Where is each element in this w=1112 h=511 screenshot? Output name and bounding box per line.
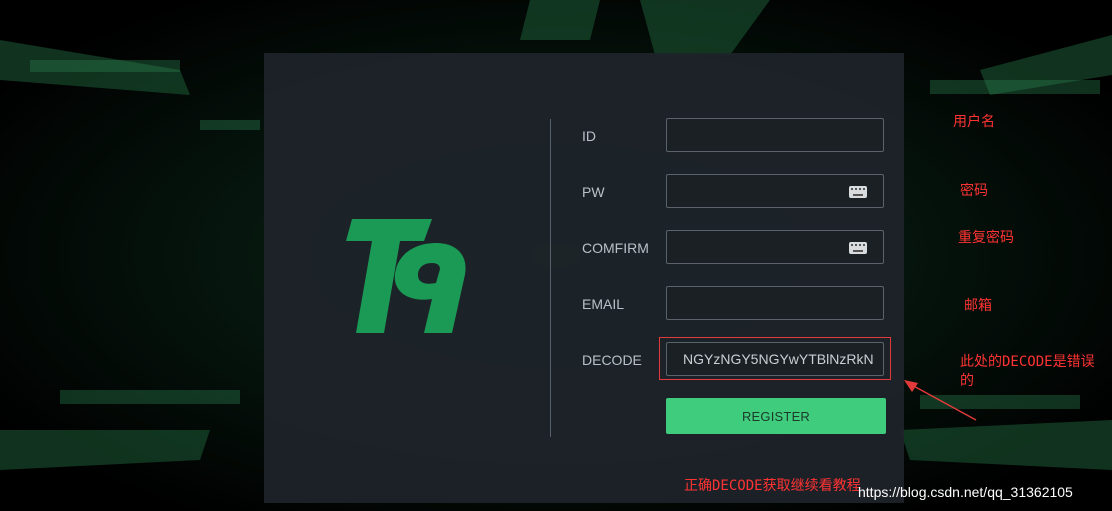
email-label: EMAIL (582, 296, 625, 312)
form-divider (550, 119, 551, 437)
decode-annotation-line1: 此处的DECODE是错误 (960, 354, 1095, 370)
id-annotation: 用户名 (953, 114, 995, 130)
pw-annotation: 密码 (960, 183, 988, 199)
confirm-label: COMFIRM (582, 240, 649, 256)
decode-annotation-line2: 的 (960, 373, 974, 389)
keyboard-icon[interactable] (849, 242, 867, 254)
confirm-annotation: 重复密码 (958, 230, 1014, 246)
register-button[interactable]: REGISTER (666, 398, 886, 434)
email-input[interactable] (666, 286, 884, 320)
decode-highlight-box (659, 337, 891, 380)
t9-logo (346, 219, 466, 333)
bottom-annotation: 正确DECODE获取继续看教程 (684, 478, 861, 494)
confirm-password-input[interactable] (666, 230, 884, 264)
id-input[interactable] (666, 118, 884, 152)
pw-label: PW (582, 184, 605, 200)
arrow-annotation (904, 380, 977, 421)
keyboard-icon[interactable] (849, 186, 867, 198)
password-input[interactable] (666, 174, 884, 208)
watermark: https://blog.csdn.net/qq_31362105 (858, 484, 1073, 500)
id-label: ID (582, 128, 596, 144)
register-panel: ID PW COMFIRM EMAIL DECODE NGYzNGY5NGYwY… (264, 53, 904, 503)
decode-label: DECODE (582, 352, 642, 368)
email-annotation: 邮箱 (964, 298, 992, 314)
